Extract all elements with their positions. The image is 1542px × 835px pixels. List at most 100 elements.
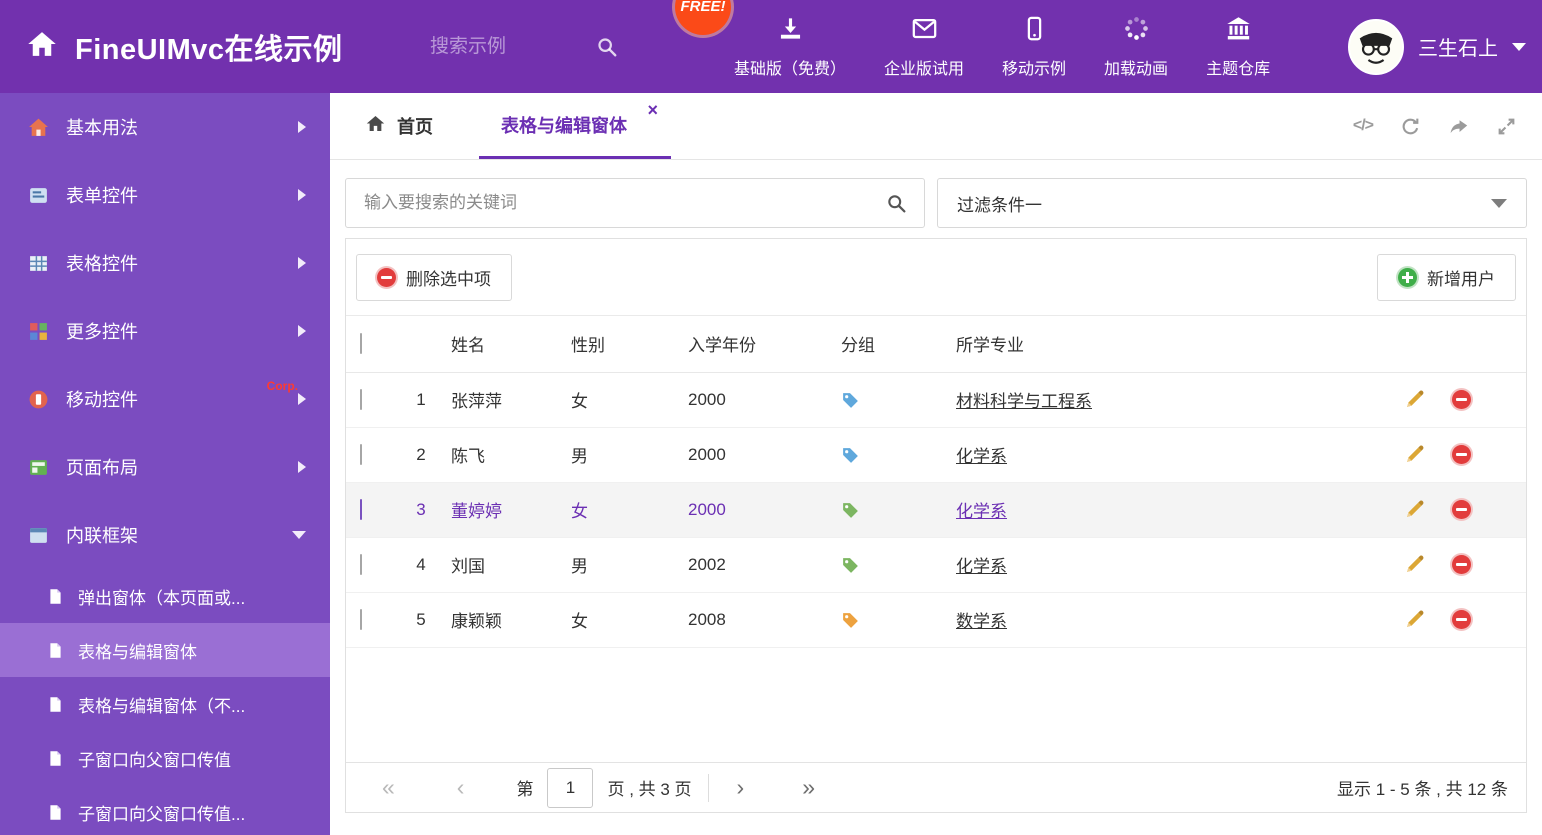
frame-icon: [28, 525, 49, 546]
expand-icon[interactable]: [1496, 116, 1517, 137]
first-page-icon[interactable]: «: [382, 776, 395, 799]
row-checkbox[interactable]: [360, 443, 362, 465]
column-header-gender: 性别: [571, 316, 688, 373]
nav-label: 加载动画: [1104, 60, 1169, 78]
envelope-icon: [911, 15, 938, 47]
file-icon: [47, 750, 64, 767]
user-avatar: [1348, 18, 1404, 75]
record-summary: 显示 1 - 5 条 , 共 12 条: [1337, 780, 1508, 799]
column-header-index: [391, 316, 451, 373]
sidebar-subitem-label: 弹出窗体（本页面或...: [78, 588, 246, 608]
nav-item-basic-edition[interactable]: FREE! 基础版（免费）: [675, 0, 865, 79]
sidebar-subitem-label: 子窗口向父窗口传值...: [78, 804, 246, 824]
next-page-icon[interactable]: ›: [737, 776, 745, 799]
edit-icon[interactable]: [1404, 444, 1425, 465]
major-link[interactable]: 材料科学与工程系: [956, 392, 1092, 411]
tab-label: 首页: [397, 117, 433, 137]
sidebar-item-page-layout[interactable]: 页面布局: [0, 433, 330, 501]
nav-item-enterprise-trial[interactable]: 企业版试用: [865, 15, 983, 79]
keyword-search-input[interactable]: [346, 179, 886, 227]
sidebar-item-grid-controls[interactable]: 表格控件: [0, 229, 330, 297]
file-icon: [47, 588, 64, 605]
table-icon: [28, 253, 49, 274]
file-icon: [47, 804, 64, 821]
delete-icon[interactable]: [1452, 390, 1471, 409]
search-icon[interactable]: [886, 193, 907, 214]
table-row[interactable]: 5 康颖颖 女 2008 数学系: [346, 592, 1526, 648]
major-link[interactable]: 化学系: [956, 502, 1007, 521]
cell-name: 董婷婷: [451, 482, 571, 538]
top-header: FineUIMvc在线示例 FREE! 基础版（免费） 企业版试用: [0, 0, 1542, 93]
close-icon[interactable]: ×: [647, 101, 658, 119]
button-label: 删除选中项: [406, 269, 491, 289]
major-link[interactable]: 数学系: [956, 612, 1007, 631]
sidebar-item-basic-usage[interactable]: 基本用法: [0, 93, 330, 161]
cell-gender: 女: [571, 482, 688, 538]
search-icon[interactable]: [596, 36, 618, 58]
tab-grid-edit-window[interactable]: 表格与编辑窗体 ×: [479, 93, 671, 159]
pagination-bar: « ‹ 第 页 , 共 3 页 › » 显示 1 - 5 条 , 共 12 条: [346, 762, 1526, 812]
cell-year: 2000: [688, 482, 841, 538]
row-index: 3: [391, 482, 451, 538]
table-row[interactable]: 4 刘国 男 2002 化学系: [346, 537, 1526, 593]
sidebar-item-mobile-controls[interactable]: 移动控件 Corp.: [0, 365, 330, 433]
row-checkbox[interactable]: [360, 608, 362, 630]
edit-icon[interactable]: [1404, 609, 1425, 630]
tag-icon: [841, 611, 860, 630]
house-icon: [28, 117, 49, 138]
edit-icon[interactable]: [1404, 499, 1425, 520]
sidebar-subitem-child-to-parent-2[interactable]: 子窗口向父窗口传值...: [0, 785, 330, 835]
sidebar: 基本用法 表单控件 表格控件 更多控件 移动控件 Corp. 页面布局 内联框架…: [0, 93, 330, 835]
form-icon: [28, 185, 49, 206]
delete-icon[interactable]: [1452, 555, 1471, 574]
header-search-input[interactable]: [430, 35, 580, 58]
sidebar-item-label: 更多控件: [66, 322, 138, 342]
table-row-selected[interactable]: 3 董婷婷 女 2000 化学系: [346, 482, 1526, 538]
user-menu[interactable]: 三生石上: [1348, 0, 1526, 93]
tab-home[interactable]: 首页: [365, 93, 433, 159]
prev-page-icon[interactable]: ‹: [457, 776, 465, 799]
major-link[interactable]: 化学系: [956, 557, 1007, 576]
header-nav: FREE! 基础版（免费） 企业版试用 移动示例 加载动画 主题仓库: [675, 0, 1289, 93]
major-link[interactable]: 化学系: [956, 447, 1007, 466]
sidebar-item-label: 基本用法: [66, 118, 138, 138]
sidebar-subitem-grid-edit-window[interactable]: 表格与编辑窗体: [0, 623, 330, 677]
select-all-checkbox[interactable]: [360, 332, 362, 354]
add-user-button[interactable]: 新增用户: [1377, 253, 1516, 301]
cell-year: 2000: [688, 372, 841, 428]
share-icon[interactable]: [1448, 116, 1469, 137]
edit-icon[interactable]: [1404, 389, 1425, 410]
nav-item-mobile-demo[interactable]: 移动示例: [983, 15, 1085, 79]
last-page-icon[interactable]: »: [802, 776, 815, 799]
mobile-circle-icon: [28, 389, 49, 410]
refresh-icon[interactable]: [1400, 116, 1421, 137]
chevron-down-icon: [1491, 198, 1507, 208]
sidebar-subitem-grid-edit-window-2[interactable]: 表格与编辑窗体（不...: [0, 677, 330, 731]
edit-icon[interactable]: [1404, 554, 1425, 575]
file-icon: [47, 696, 64, 713]
row-checkbox[interactable]: [360, 388, 362, 410]
source-code-icon[interactable]: </>: [1353, 117, 1374, 135]
delete-icon[interactable]: [1452, 610, 1471, 629]
nav-item-loading-animation[interactable]: 加载动画: [1085, 15, 1187, 79]
delete-icon[interactable]: [1452, 445, 1471, 464]
sidebar-item-form-controls[interactable]: 表单控件: [0, 161, 330, 229]
cell-name: 康颖颖: [451, 592, 571, 648]
table-row[interactable]: 1 张萍萍 女 2000 材料科学与工程系: [346, 372, 1526, 428]
row-checkbox[interactable]: [360, 498, 362, 520]
column-header-year: 入学年份: [688, 316, 841, 373]
brand[interactable]: FineUIMvc在线示例: [26, 0, 343, 93]
filter-dropdown[interactable]: 过滤条件一: [937, 178, 1527, 228]
table-row[interactable]: 2 陈飞 男 2000 化学系: [346, 427, 1526, 483]
row-checkbox[interactable]: [360, 553, 362, 575]
sidebar-subitem-popup-window[interactable]: 弹出窗体（本页面或...: [0, 569, 330, 623]
nav-item-theme-store[interactable]: 主题仓库: [1187, 15, 1289, 79]
delete-icon[interactable]: [1452, 500, 1471, 519]
cell-gender: 男: [571, 427, 688, 483]
home-icon: [26, 29, 58, 64]
sidebar-subitem-child-to-parent[interactable]: 子窗口向父窗口传值: [0, 731, 330, 785]
sidebar-item-more-controls[interactable]: 更多控件: [0, 297, 330, 365]
delete-selected-button[interactable]: 删除选中项: [356, 253, 512, 301]
page-number-input[interactable]: [547, 767, 594, 808]
sidebar-item-inline-frame[interactable]: 内联框架: [0, 501, 330, 569]
